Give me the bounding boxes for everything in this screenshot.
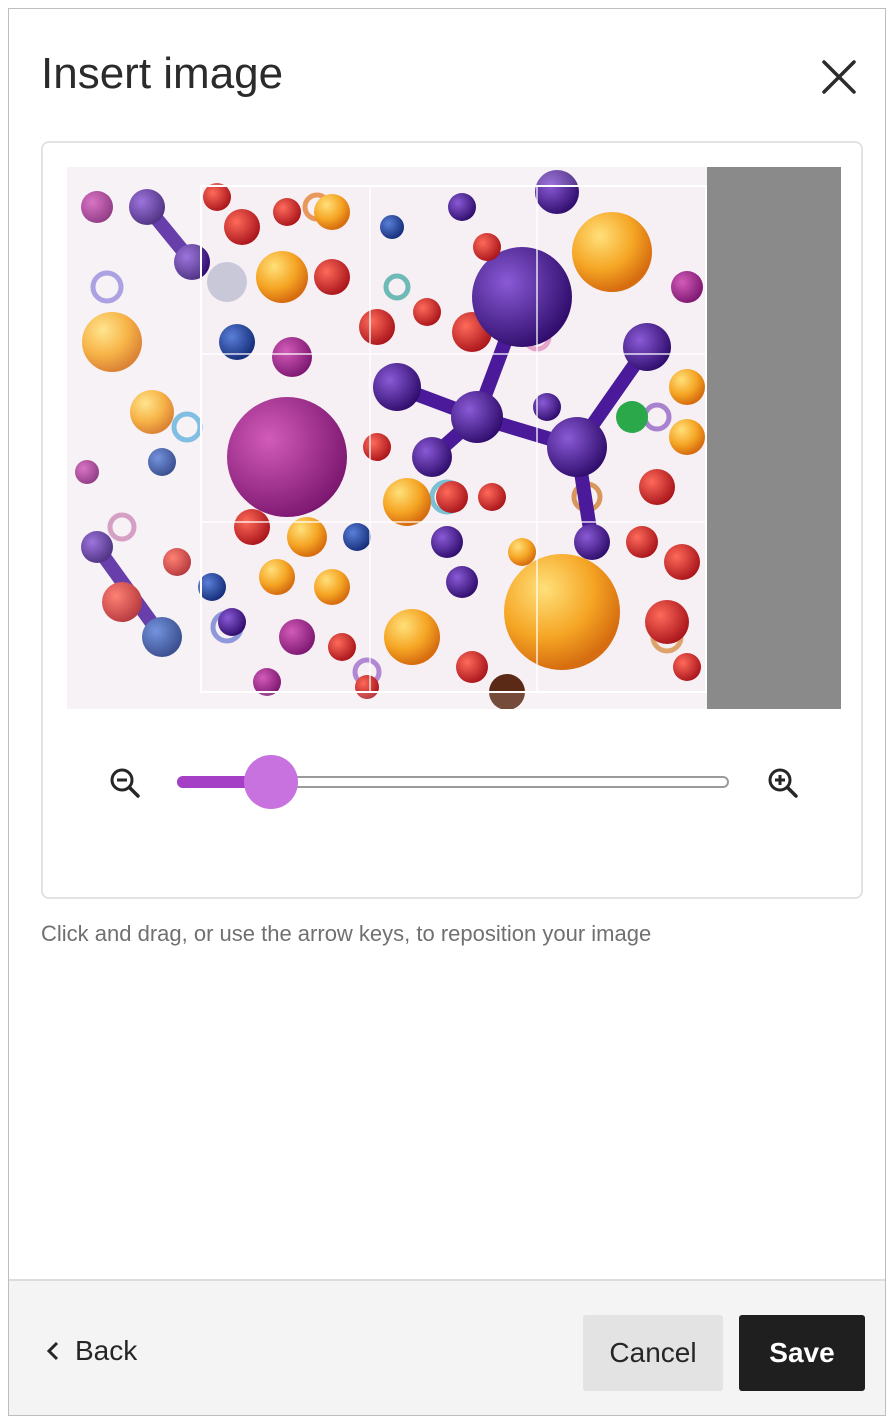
back-button[interactable]: Back (45, 1335, 137, 1367)
cancel-button[interactable]: Cancel (583, 1315, 723, 1391)
insert-image-dialog: Insert image Click and drag, or use the … (8, 8, 886, 1416)
chevron-left-icon (46, 1341, 59, 1361)
dialog-title: Insert image (41, 49, 284, 98)
dialog-footer: Back Cancel Save (9, 1279, 885, 1415)
zoom-slider-thumb[interactable] (243, 755, 298, 809)
close-icon[interactable] (815, 53, 863, 101)
back-label: Back (75, 1335, 138, 1366)
crop-frame[interactable] (200, 185, 707, 693)
reposition-hint: Click and drag, or use the arrow keys, t… (41, 921, 652, 946)
image-editor (41, 141, 863, 899)
save-button[interactable]: Save (739, 1315, 865, 1391)
zoom-out-icon[interactable] (105, 763, 145, 803)
image-stage (67, 167, 841, 709)
zoom-in-icon[interactable] (763, 763, 803, 803)
